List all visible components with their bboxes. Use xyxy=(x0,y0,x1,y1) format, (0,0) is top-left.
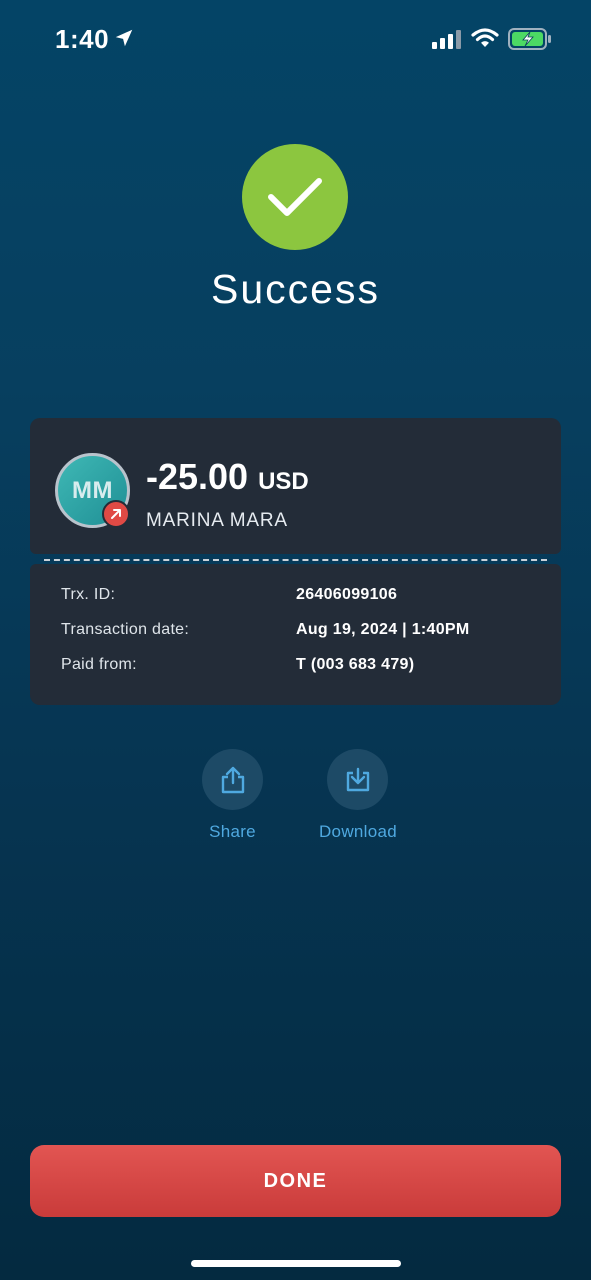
paid-from-value: T (003 683 479) xyxy=(296,656,415,673)
checkmark-icon xyxy=(268,178,322,216)
outgoing-badge xyxy=(102,500,130,528)
done-button[interactable]: DONE xyxy=(30,1145,561,1217)
share-icon xyxy=(221,766,244,793)
avatar-initials: MM xyxy=(72,476,113,504)
success-title: Success xyxy=(211,266,380,312)
done-label: DONE xyxy=(263,1169,328,1192)
arrow-up-right-icon xyxy=(111,509,121,519)
download-label[interactable]: Download xyxy=(308,822,408,842)
download-button[interactable] xyxy=(327,749,388,810)
home-indicator[interactable] xyxy=(191,1260,401,1267)
transaction-currency: USD xyxy=(258,468,309,495)
transaction-date-label: Transaction date: xyxy=(61,621,190,638)
location-arrow-icon xyxy=(115,29,133,47)
battery-charging-icon xyxy=(508,28,551,50)
cellular-signal-icon xyxy=(432,30,461,49)
recipient-name: MARINA MARA xyxy=(146,510,288,531)
share-button[interactable] xyxy=(202,749,263,810)
status-time: 1:40 xyxy=(55,24,110,54)
status-bar: 1:40 xyxy=(0,0,591,80)
transaction-date-value: Aug 19, 2024 | 1:40PM xyxy=(296,621,470,638)
amount-row: -25.00 USD xyxy=(146,456,309,498)
success-badge xyxy=(242,144,348,250)
dashed-divider xyxy=(44,559,547,561)
download-icon xyxy=(346,767,369,791)
paid-from-label: Paid from: xyxy=(61,656,137,673)
trx-id-value: 26406099106 xyxy=(296,586,398,603)
transaction-amount: -25.00 xyxy=(146,456,249,497)
wifi-icon xyxy=(471,28,499,47)
share-label[interactable]: Share xyxy=(192,822,273,842)
trx-id-label: Trx. ID: xyxy=(61,586,116,603)
